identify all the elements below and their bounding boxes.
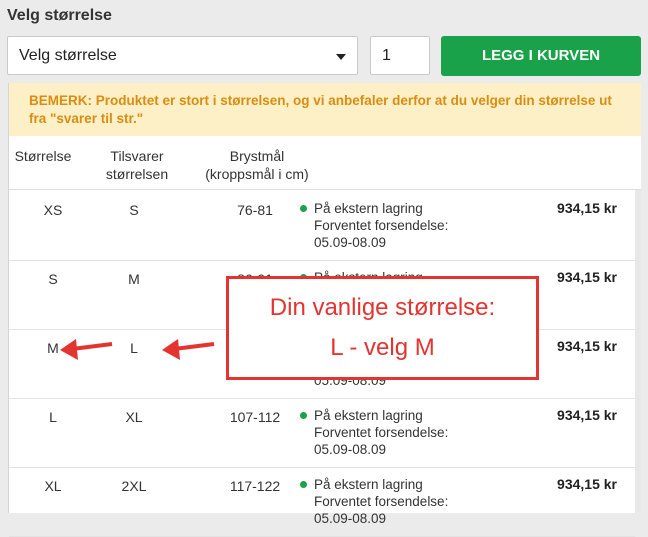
- status-dot-icon: [300, 412, 307, 419]
- column-header-equivalent: Tilsvarer størrelsen: [105, 148, 169, 182]
- row-status: På ekstern lagring: [314, 201, 423, 216]
- row-size: XL: [44, 478, 62, 494]
- row-equivalent-size: S: [129, 202, 139, 218]
- size-row[interactable]: L XL 107-112 På ekstern lagring Forventet fo…: [9, 397, 635, 468]
- size-row[interactable]: XS S 76-81 På ekstern lagring Forventet fors…: [9, 190, 635, 261]
- row-stock-info: På ekstern lagring Forventet forsendelse:…: [300, 476, 449, 527]
- row-shipping-dates: 05.09-08.09: [314, 511, 387, 526]
- size-heading: Velg størrelse: [7, 7, 112, 24]
- row-status: På ekstern lagring: [314, 408, 423, 423]
- status-dot-icon: [300, 481, 307, 488]
- add-to-cart-button[interactable]: LEGG I KURVEN: [441, 36, 641, 76]
- status-dot-icon: [300, 205, 307, 212]
- row-equivalent-size: L: [130, 340, 138, 356]
- arrow-left-icon: [60, 339, 113, 360]
- row-price: 934,15 kr: [557, 338, 617, 354]
- chevron-down-icon: [336, 54, 346, 60]
- callout-line-1: Din vanlige størrelse:: [269, 294, 496, 321]
- row-stock-info: På ekstern lagring Forventet forsendelse:…: [300, 407, 449, 458]
- size-notice: BEMERK: Produktet er stort i størrelsen,…: [9, 83, 641, 136]
- row-chest: 107-112: [229, 409, 281, 425]
- row-equivalent-size: 2XL: [121, 478, 147, 494]
- row-shipping-dates: 05.09-08.09: [314, 442, 387, 457]
- row-shipping-label: Forventet forsendelse:: [314, 218, 449, 233]
- row-chest: 117-122: [229, 478, 281, 494]
- row-shipping-label: Forventet forsendelse:: [314, 494, 449, 509]
- size-select-value: Velg størrelse: [19, 47, 117, 64]
- row-price: 934,15 kr: [557, 200, 617, 216]
- column-header-size: Størrelse: [14, 148, 72, 164]
- row-equivalent-size: XL: [125, 409, 143, 425]
- row-shipping-dates: 05.09-08.09: [314, 235, 387, 250]
- row-price: 934,15 kr: [557, 476, 617, 492]
- row-size: L: [49, 409, 57, 425]
- row-price: 934,15 kr: [557, 407, 617, 423]
- row-equivalent-size: M: [128, 271, 140, 287]
- annotation-callout: Din vanlige størrelse: L - velg M: [226, 276, 539, 380]
- quantity-value: 1: [382, 47, 391, 64]
- quantity-input[interactable]: 1: [370, 36, 430, 75]
- scrollbar[interactable]: [635, 190, 641, 513]
- arrow-left-icon: [162, 339, 215, 360]
- size-row[interactable]: XL 2XL 117-122 På ekstern lagring Forventet …: [9, 466, 635, 537]
- column-header-chest: Brystmål (kroppsmål i cm): [205, 148, 309, 182]
- row-size: S: [48, 271, 58, 287]
- callout-line-2: L - velg M: [330, 334, 435, 361]
- row-shipping-label: Forventet forsendelse:: [314, 425, 449, 440]
- row-size: XS: [43, 202, 63, 218]
- row-chest: 76-81: [237, 202, 273, 218]
- size-select[interactable]: Velg størrelse: [7, 36, 358, 75]
- row-price: 934,15 kr: [557, 269, 617, 285]
- row-stock-info: På ekstern lagring Forventet forsendelse:…: [300, 200, 449, 251]
- background-page-edge: [0, 83, 8, 507]
- row-status: På ekstern lagring: [314, 477, 423, 492]
